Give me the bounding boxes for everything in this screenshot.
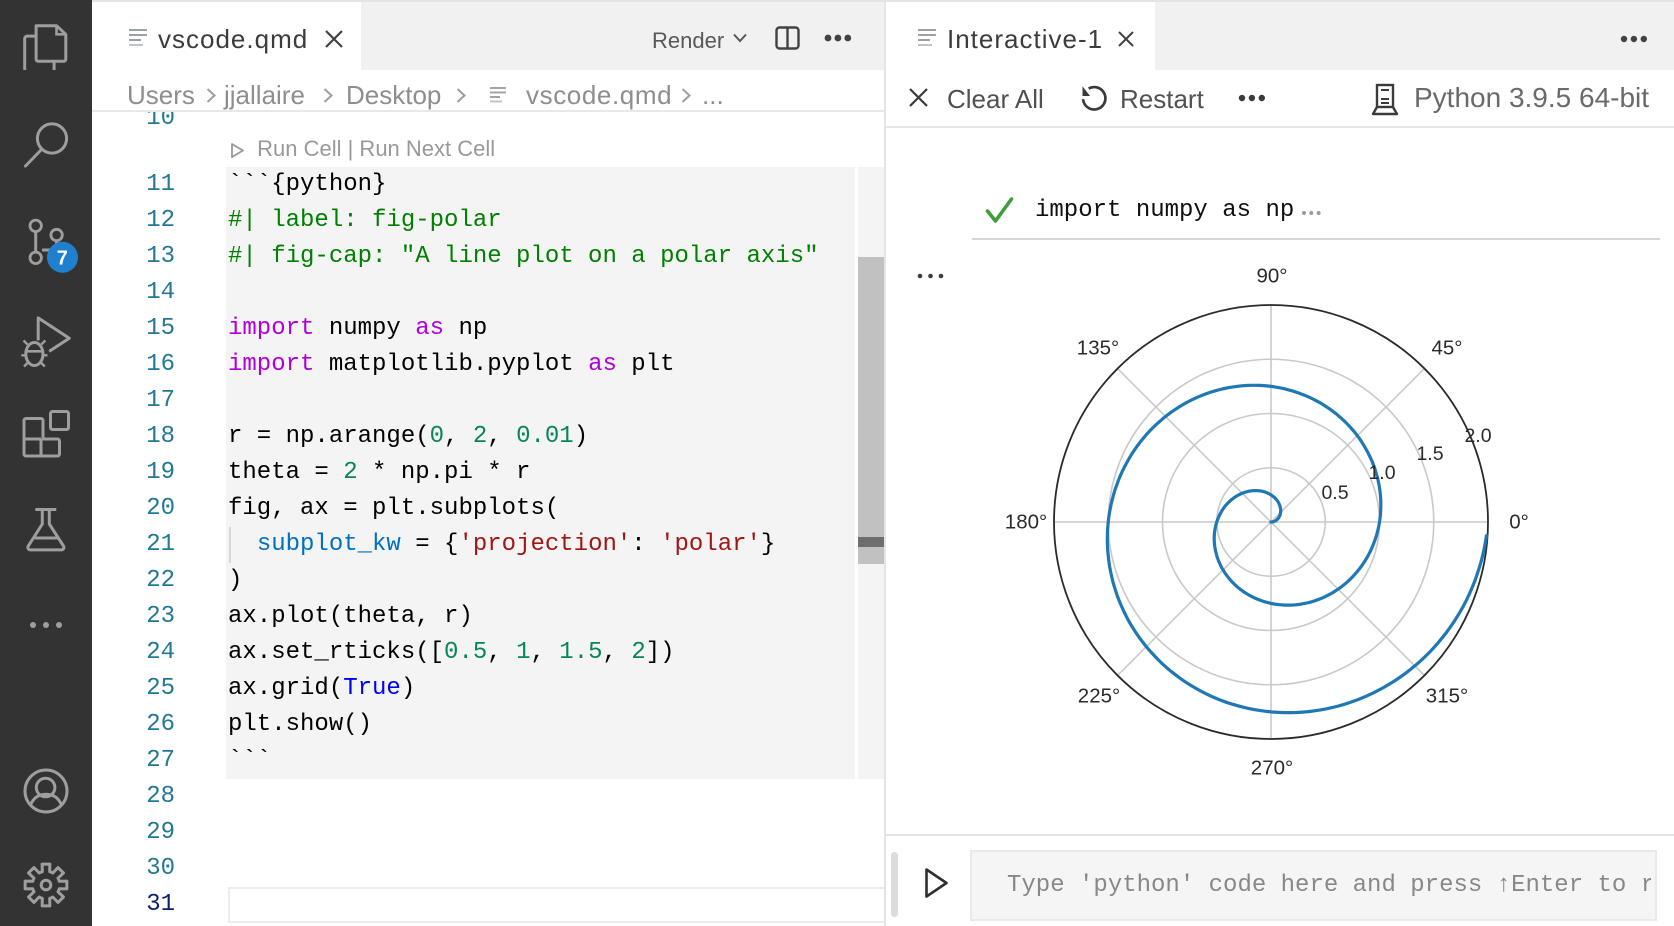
svg-text:225°: 225°	[1078, 685, 1120, 708]
svg-text:0.5: 0.5	[1321, 482, 1348, 504]
svg-text:7: 7	[57, 247, 68, 269]
svg-text:2.0: 2.0	[1464, 425, 1491, 447]
svg-text:315°: 315°	[1426, 685, 1468, 708]
svg-text:135°: 135°	[1077, 337, 1119, 360]
svg-text:45°: 45°	[1431, 337, 1462, 360]
svg-text:0°: 0°	[1509, 511, 1529, 534]
svg-text:90°: 90°	[1256, 265, 1287, 288]
svg-text:1.5: 1.5	[1416, 443, 1443, 465]
svg-text:270°: 270°	[1251, 757, 1293, 780]
svg-text:1.0: 1.0	[1368, 462, 1395, 484]
svg-text:180°: 180°	[1005, 511, 1047, 534]
